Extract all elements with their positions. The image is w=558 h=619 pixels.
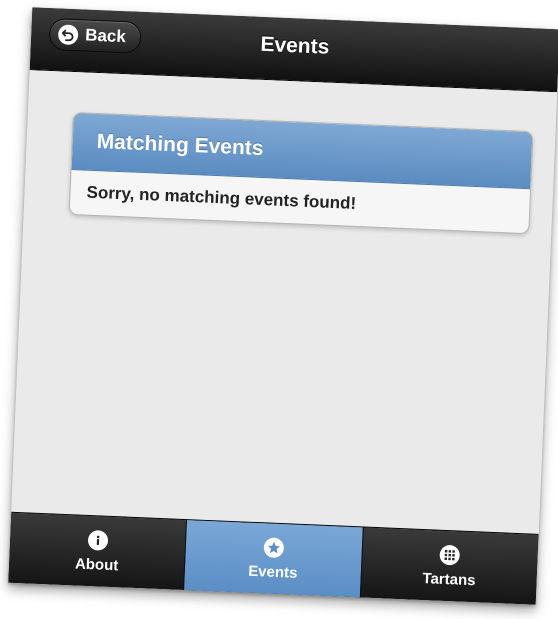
tab-about[interactable]: About (8, 513, 186, 590)
page-title: Events (260, 32, 330, 59)
info-icon (87, 529, 109, 551)
tab-events-label: Events (247, 562, 298, 582)
results-card: Matching Events Sorry, no matching event… (68, 111, 534, 235)
content-area: Matching Events Sorry, no matching event… (11, 70, 558, 535)
screenshot-stage: Back Events Matching Events Sorry, no ma… (0, 0, 558, 619)
tab-events[interactable]: Events (183, 520, 363, 598)
grid-icon (439, 544, 461, 566)
app-screen: Back Events Matching Events Sorry, no ma… (8, 7, 558, 605)
tab-about-label: About (74, 554, 119, 574)
star-icon (263, 536, 285, 558)
tab-tartans[interactable]: Tartans (359, 527, 539, 605)
tab-tartans-label: Tartans (422, 569, 476, 589)
